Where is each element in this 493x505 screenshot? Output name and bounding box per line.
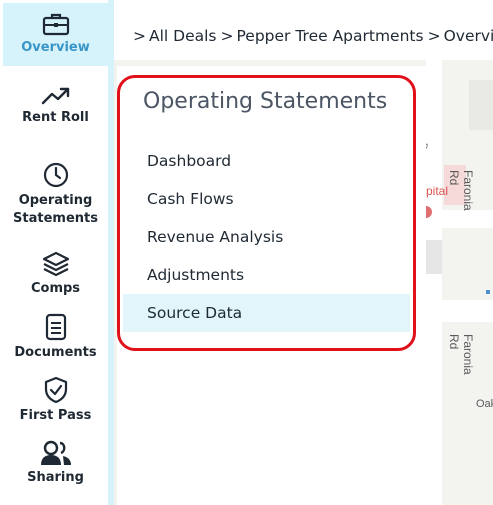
map-label: pital — [426, 184, 449, 198]
layers-icon — [42, 251, 69, 276]
breadcrumb-all-deals[interactable]: > All Deals — [133, 27, 217, 45]
document-icon — [45, 313, 66, 340]
menu-item-dashboard[interactable]: Dashboard — [123, 142, 410, 180]
breadcrumb-label: All Deals — [149, 27, 217, 45]
menu-item-adjustments[interactable]: Adjustments — [123, 256, 410, 294]
map-street-label: Faronia Rd — [447, 334, 475, 375]
trending-up-icon — [41, 87, 69, 104]
menu-item-revenue-analysis[interactable]: Revenue Analysis — [123, 218, 410, 256]
sidebar-item-label: Comps — [30, 280, 81, 296]
sidebar: Overview Rent Roll Operating Statements … — [0, 0, 114, 505]
sidebar-item-rent-roll[interactable]: Rent Roll — [3, 76, 108, 136]
sidebar-item-label: Operating Statements — [13, 192, 98, 226]
sidebar-item-sharing[interactable]: Sharing — [3, 437, 108, 489]
menu-item-source-data[interactable]: Source Data — [123, 294, 410, 332]
sidebar-item-operating-statements[interactable]: Operating Statements — [3, 155, 108, 233]
clock-icon — [43, 162, 68, 187]
breadcrumb-separator: > — [220, 27, 234, 45]
briefcase-icon — [42, 13, 69, 36]
breadcrumb-label: Pepper Tree Apartments — [236, 27, 424, 45]
sidebar-item-comps[interactable]: Comps — [3, 248, 108, 300]
sidebar-item-label: Sharing — [27, 469, 84, 485]
sidebar-item-documents[interactable]: Documents — [3, 311, 108, 363]
breadcrumb-separator: > — [133, 27, 146, 45]
breadcrumb-overview[interactable]: > Overview — [428, 27, 493, 45]
sidebar-item-label: First Pass — [19, 407, 92, 423]
breadcrumb-separator: > — [427, 27, 441, 45]
panel-title: Operating Statements — [143, 89, 388, 114]
sidebar-item-label: Overview — [21, 40, 90, 55]
sidebar-item-overview[interactable]: Overview — [3, 3, 108, 66]
map-label: Oak — [476, 398, 493, 410]
sidebar-item-first-pass[interactable]: First Pass — [3, 374, 108, 426]
breadcrumb-label: Overview — [443, 27, 493, 45]
menu-item-cash-flows[interactable]: Cash Flows — [123, 180, 410, 218]
map-street-label: Faronia Rd — [447, 170, 475, 211]
shield-check-icon — [44, 376, 67, 403]
sidebar-item-label: Documents — [14, 344, 97, 360]
breadcrumb-property[interactable]: > Pepper Tree Apartments — [221, 27, 424, 45]
breadcrumb: > All Deals > Pepper Tree Apartments > O… — [133, 25, 493, 47]
sidebar-item-label: Rent Roll — [22, 109, 89, 125]
users-icon — [40, 440, 71, 465]
